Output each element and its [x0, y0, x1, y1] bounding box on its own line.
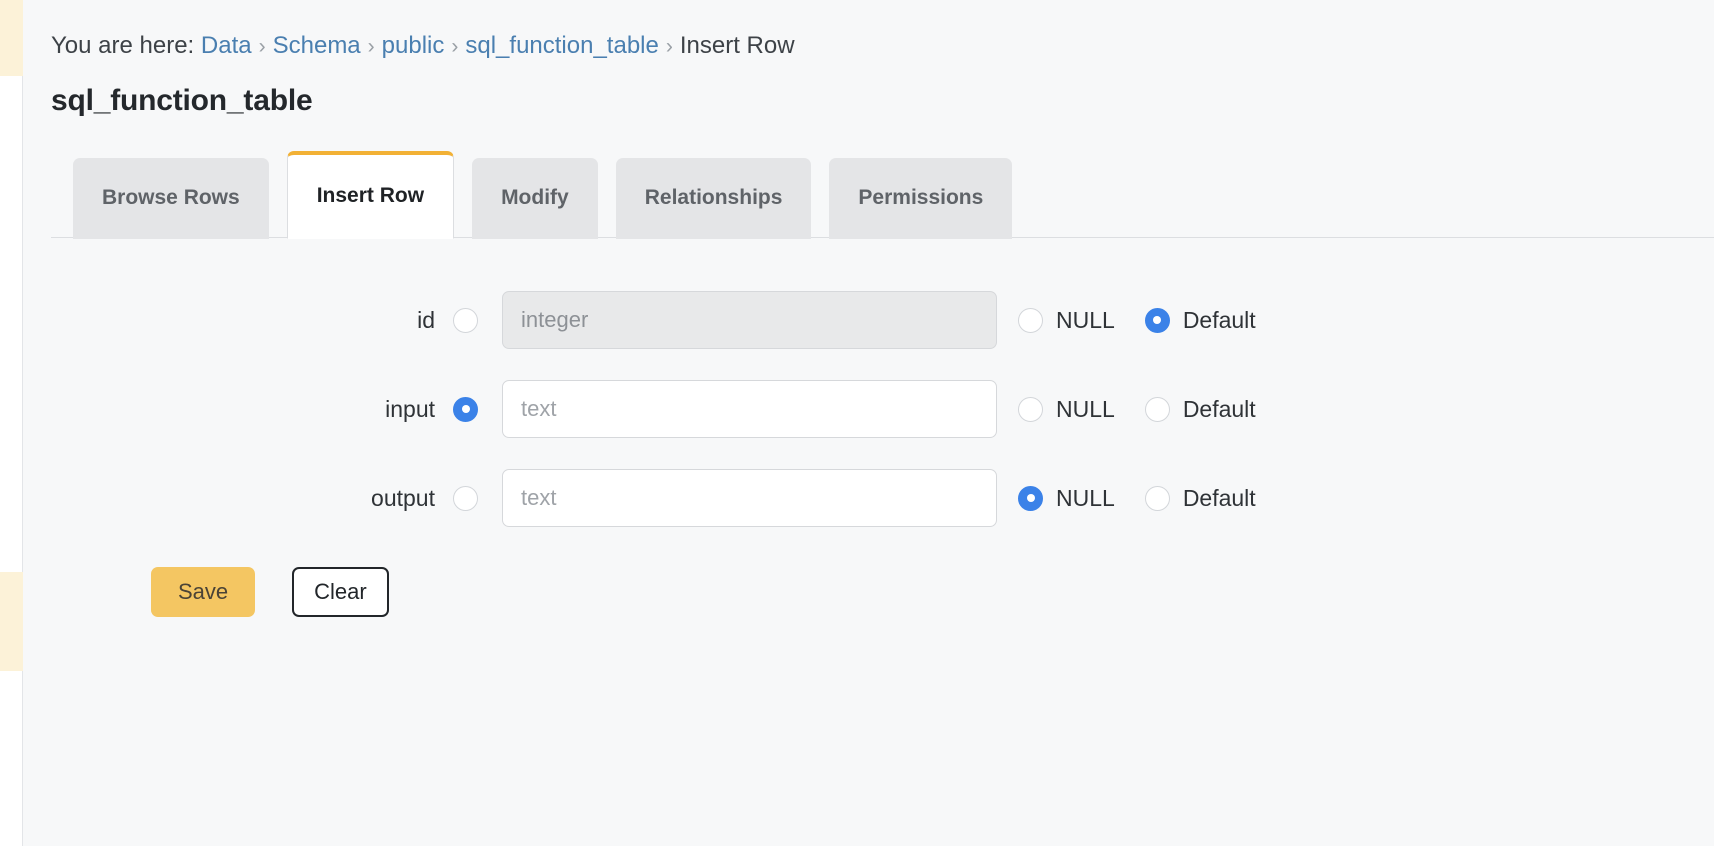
- option-group-output: NULL Default: [1018, 485, 1256, 512]
- null-option-output[interactable]: NULL: [1018, 485, 1115, 512]
- page-title: sql_function_table: [51, 83, 313, 117]
- default-option-id[interactable]: Default: [1144, 306, 1256, 334]
- field-label-id: id: [417, 306, 435, 333]
- breadcrumb-item-schema[interactable]: Schema: [273, 32, 361, 59]
- value-input-output[interactable]: [502, 469, 997, 528]
- default-label-id: Default: [1182, 306, 1256, 333]
- breadcrumb-item-public[interactable]: public: [382, 32, 445, 59]
- value-input-input[interactable]: [502, 380, 997, 439]
- tab-label: Browse Rows: [102, 186, 240, 210]
- left-rail: [0, 0, 23, 846]
- form-row-input: input NULL Default: [51, 365, 1714, 454]
- tab-insert-row[interactable]: Insert Row: [286, 150, 455, 239]
- default-label-output: Default: [1182, 484, 1256, 511]
- breadcrumb-separator: ›: [665, 35, 673, 58]
- null-radio-output[interactable]: [1018, 485, 1043, 511]
- default-option-output[interactable]: Default: [1144, 484, 1256, 512]
- breadcrumb: You are here: Data › Schema › public › sql_fun…: [51, 0, 1714, 61]
- insert-row-form: id NULL Default: [51, 238, 1714, 617]
- rail-highlight-band-top: [0, 0, 23, 76]
- null-option-input[interactable]: NULL: [1018, 396, 1115, 423]
- default-option-input[interactable]: Default: [1144, 395, 1256, 423]
- null-label-input: NULL: [1056, 395, 1115, 422]
- null-radio-id[interactable]: [1018, 307, 1043, 333]
- breadcrumb-prefix: You are here:: [51, 32, 195, 59]
- breadcrumb-item-insert-row: Insert Row: [679, 32, 795, 59]
- value-radio-output[interactable]: [453, 485, 478, 511]
- form-actions: Save Clear: [51, 566, 1714, 617]
- tab-label: Relationships: [644, 186, 783, 210]
- breadcrumb-item-sql-function-table[interactable]: sql_function_table: [465, 32, 658, 59]
- tab-label: Modify: [501, 186, 569, 210]
- rail-highlight-band-middle: [0, 572, 23, 671]
- insert-row-page: You are here: Data › Schema › public › sql_fun…: [0, 0, 1714, 846]
- tab-bar: Browse Rows Insert Row Modify Relationsh…: [51, 148, 1714, 239]
- null-label-output: NULL: [1056, 484, 1115, 511]
- breadcrumb-separator: ›: [451, 35, 459, 58]
- option-group-input: NULL Default: [1018, 396, 1256, 423]
- clear-button[interactable]: Clear: [292, 566, 389, 617]
- value-radio-input[interactable]: [453, 396, 478, 422]
- default-radio-input[interactable]: [1144, 396, 1170, 422]
- tab-modify[interactable]: Modify: [472, 157, 598, 239]
- default-radio-id[interactable]: [1144, 307, 1170, 333]
- field-label-output: output: [371, 484, 435, 511]
- tab-permissions[interactable]: Permissions: [829, 157, 1013, 239]
- main-content: You are here: Data › Schema › public › sql_fun…: [23, 0, 1714, 846]
- default-radio-output[interactable]: [1144, 485, 1170, 511]
- breadcrumb-separator: ›: [367, 35, 375, 58]
- tab-label: Insert Row: [316, 184, 425, 208]
- field-label-input: input: [385, 395, 435, 422]
- value-radio-id[interactable]: [453, 307, 478, 333]
- tab-relationships[interactable]: Relationships: [615, 157, 812, 239]
- breadcrumb-separator: ›: [258, 35, 266, 58]
- form-row-output: output NULL Default: [51, 454, 1714, 543]
- default-label-input: Default: [1182, 395, 1256, 422]
- breadcrumb-item-data[interactable]: Data: [201, 32, 252, 59]
- value-input-id[interactable]: [502, 291, 997, 350]
- null-label-id: NULL: [1056, 306, 1115, 333]
- save-button[interactable]: Save: [151, 566, 256, 617]
- null-option-id[interactable]: NULL: [1018, 307, 1115, 334]
- option-group-id: NULL Default: [1018, 307, 1256, 334]
- tab-label: Permissions: [858, 186, 984, 210]
- tab-browse-rows[interactable]: Browse Rows: [73, 157, 269, 239]
- form-row-id: id NULL Default: [51, 276, 1714, 365]
- null-radio-input[interactable]: [1018, 396, 1043, 422]
